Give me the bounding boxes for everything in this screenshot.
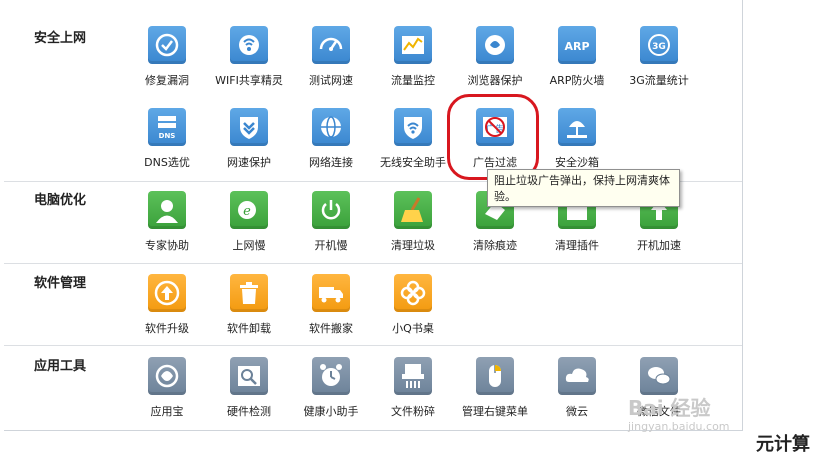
tool-label: 健康小助手 bbox=[303, 405, 359, 418]
tool-label: 清除痕迹 bbox=[473, 239, 517, 252]
alarm-clock-icon bbox=[312, 357, 350, 395]
3g-icon: 3G bbox=[640, 26, 678, 64]
tool-traffic-monitor[interactable]: 流量监控 bbox=[371, 26, 455, 96]
section-title-optimize: 电脑优化 bbox=[34, 193, 87, 208]
tool-speed-protect[interactable]: 网速保护 bbox=[207, 108, 291, 178]
tool-label: 开机加速 bbox=[637, 239, 681, 252]
tool-label: 开机慢 bbox=[314, 239, 348, 252]
tool-context-menu[interactable]: 管理右键菜单 bbox=[453, 357, 537, 427]
tool-label: 软件升级 bbox=[145, 322, 189, 335]
tool-label: 微云 bbox=[566, 405, 588, 418]
tool-network-connect[interactable]: 网络连接 bbox=[289, 108, 373, 178]
tool-label: 管理右键菜单 bbox=[462, 405, 528, 418]
truck-icon bbox=[312, 274, 350, 312]
ad-filter-highlight-ring bbox=[447, 94, 539, 180]
tool-dns-select[interactable]: DNS DNS选优 bbox=[125, 108, 209, 178]
tool-label: ARP防火墙 bbox=[549, 74, 605, 87]
tool-label: 3G流量统计 bbox=[629, 74, 689, 87]
traffic-chart-icon bbox=[394, 26, 432, 64]
toolbox-panel: 安全上网 修复漏洞 WIFI共享精灵 测试网速 流量监控 浏览器保护 ARP A… bbox=[4, 0, 743, 431]
tool-clean-junk[interactable]: 清理垃圾 bbox=[371, 191, 455, 261]
brand-text: 元计算 bbox=[756, 434, 810, 455]
upgrade-arrow-icon bbox=[148, 274, 186, 312]
svg-text:e: e bbox=[243, 204, 251, 219]
wireless-shield-icon bbox=[394, 108, 432, 146]
tool-expert-assist[interactable]: 专家协助 bbox=[125, 191, 209, 261]
tool-label: 无线安全助手 bbox=[380, 156, 446, 169]
wechat-icon bbox=[640, 357, 678, 395]
tool-label: 安全沙箱 bbox=[555, 156, 599, 169]
trash-icon bbox=[230, 274, 268, 312]
tool-browser-protect[interactable]: 浏览器保护 bbox=[453, 26, 537, 96]
globe-icon bbox=[312, 108, 350, 146]
tool-wireless-security[interactable]: 无线安全助手 bbox=[371, 108, 455, 178]
app-store-icon bbox=[148, 357, 186, 395]
section-title-software: 软件管理 bbox=[34, 276, 87, 291]
mouse-icon bbox=[476, 357, 514, 395]
tool-label: 软件搬家 bbox=[309, 322, 353, 335]
sandbox-icon bbox=[558, 108, 596, 146]
shredder-icon bbox=[394, 357, 432, 395]
tool-label: DNS选优 bbox=[144, 156, 190, 169]
cloud-icon bbox=[558, 357, 596, 395]
tool-label: 上网慢 bbox=[232, 239, 266, 252]
tool-software-move[interactable]: 软件搬家 bbox=[289, 274, 373, 344]
tool-file-shredder[interactable]: 文件粉碎 bbox=[371, 357, 455, 427]
tool-label: WIFI共享精灵 bbox=[215, 74, 283, 87]
speedometer-icon bbox=[312, 26, 350, 64]
tool-arp-firewall[interactable]: ARP ARP防火墙 bbox=[535, 26, 619, 96]
section-title-security: 安全上网 bbox=[34, 31, 87, 46]
ad-filter-tooltip: 阻止垃圾广告弹出，保持上网清爽体验。 bbox=[487, 169, 680, 207]
arp-icon: ARP bbox=[558, 26, 596, 64]
svg-text:ARP: ARP bbox=[564, 40, 589, 53]
tool-label: 浏览器保护 bbox=[467, 74, 523, 87]
tool-label: 清理插件 bbox=[555, 239, 599, 252]
tool-label: 应用宝 bbox=[150, 405, 184, 418]
tool-label: 流量监控 bbox=[391, 74, 435, 87]
tool-hardware-check[interactable]: 硬件检测 bbox=[207, 357, 291, 427]
tool-slow-boot[interactable]: 开机慢 bbox=[289, 191, 373, 261]
tool-weiyun[interactable]: 微云 bbox=[535, 357, 619, 427]
section-title-tools: 应用工具 bbox=[34, 359, 87, 374]
tool-label: 网速保护 bbox=[227, 156, 271, 169]
tool-label: 专家协助 bbox=[145, 239, 189, 252]
svg-text:3G: 3G bbox=[652, 42, 666, 52]
dns-icon: DNS bbox=[148, 108, 186, 146]
broom-icon bbox=[394, 191, 432, 229]
watermark-url: jingyan.baidu.com bbox=[628, 420, 730, 433]
tool-label: 文件粉碎 bbox=[391, 405, 435, 418]
tool-app-store[interactable]: 应用宝 bbox=[125, 357, 209, 427]
clover-icon bbox=[394, 274, 432, 312]
power-icon bbox=[312, 191, 350, 229]
tool-health-assistant[interactable]: 健康小助手 bbox=[289, 357, 373, 427]
tool-label: 网络连接 bbox=[309, 156, 353, 169]
magnifier-icon bbox=[230, 357, 268, 395]
tool-fix-vulnerability[interactable]: 修复漏洞 bbox=[125, 26, 209, 96]
expert-person-icon bbox=[148, 191, 186, 229]
tool-label: 软件卸载 bbox=[227, 322, 271, 335]
tool-software-uninstall[interactable]: 软件卸载 bbox=[207, 274, 291, 344]
browser-shield-icon bbox=[476, 26, 514, 64]
speed-protect-icon bbox=[230, 108, 268, 146]
tool-label: 清理垃圾 bbox=[391, 239, 435, 252]
tool-3g-stats[interactable]: 3G 3G流量统计 bbox=[617, 26, 701, 96]
tool-label: 硬件检测 bbox=[227, 405, 271, 418]
wifi-share-icon bbox=[230, 26, 268, 64]
tool-slow-internet[interactable]: e 上网慢 bbox=[207, 191, 291, 261]
fix-vulnerability-icon bbox=[148, 26, 186, 64]
tool-label: 修复漏洞 bbox=[145, 74, 189, 87]
watermark-logo: Bai 经验 bbox=[628, 396, 711, 420]
tool-sandbox[interactable]: 安全沙箱 bbox=[535, 108, 619, 178]
ie-snail-icon: e bbox=[230, 191, 268, 229]
tool-speed-test[interactable]: 测试网速 bbox=[289, 26, 373, 96]
section-divider bbox=[4, 345, 742, 346]
tool-label: 小Q书桌 bbox=[392, 322, 434, 335]
tool-software-upgrade[interactable]: 软件升级 bbox=[125, 274, 209, 344]
tool-label: 测试网速 bbox=[309, 74, 353, 87]
tool-qq-desk[interactable]: 小Q书桌 bbox=[371, 274, 455, 344]
section-divider bbox=[4, 263, 742, 264]
svg-text:DNS: DNS bbox=[159, 132, 176, 140]
tool-wifi-share[interactable]: WIFI共享精灵 bbox=[207, 26, 291, 96]
